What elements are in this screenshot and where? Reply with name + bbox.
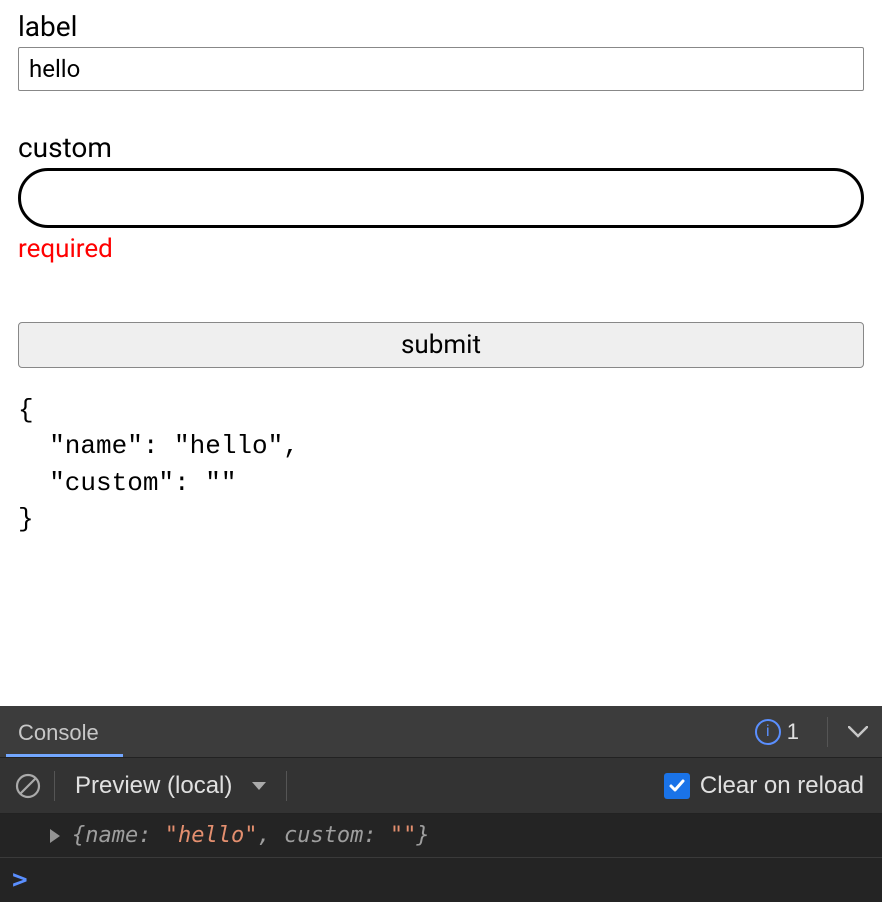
divider (827, 717, 828, 747)
clear-on-reload-label[interactable]: Clear on reload (700, 772, 870, 800)
submit-button[interactable]: submit (18, 322, 864, 368)
error-message: required (18, 234, 864, 264)
console-log-row[interactable]: {name: "hello", custom: ""} (0, 814, 882, 858)
name-input[interactable] (18, 47, 864, 91)
chevron-down-icon[interactable] (838, 706, 878, 757)
label-name: label (18, 10, 864, 43)
tab-console[interactable]: Console (0, 708, 117, 756)
caret-down-icon (252, 782, 266, 790)
console-prompt-row[interactable]: > (0, 858, 882, 902)
page-content: label custom required submit { "name": "… (0, 0, 882, 706)
prompt-chevron-icon: > (12, 865, 28, 895)
form-group-custom: custom required (18, 131, 864, 264)
devtools-panel: Console i 1 Preview (local) Clear on rel… (0, 706, 882, 902)
form-group-name: label (18, 10, 864, 91)
log-object: {name: "hello", custom: ""} (72, 823, 430, 848)
toolbar-right: Clear on reload (664, 772, 870, 800)
disclosure-triangle-icon[interactable] (50, 829, 60, 843)
context-selector[interactable]: Preview (local) (65, 772, 276, 800)
custom-input[interactable] (18, 168, 864, 228)
clear-console-icon[interactable] (12, 770, 44, 802)
divider (54, 771, 55, 801)
divider (286, 771, 287, 801)
devtools-header: Console i 1 (0, 706, 882, 758)
json-output: { "name": "hello", "custom": "" } (18, 392, 864, 538)
clear-on-reload-checkbox[interactable] (664, 773, 690, 799)
label-custom: custom (18, 131, 864, 164)
devtools-header-right: i 1 (755, 706, 882, 757)
info-icon[interactable]: i (755, 719, 781, 745)
info-count: 1 (787, 719, 799, 745)
context-label: Preview (local) (75, 772, 232, 800)
devtools-toolbar: Preview (local) Clear on reload (0, 758, 882, 814)
